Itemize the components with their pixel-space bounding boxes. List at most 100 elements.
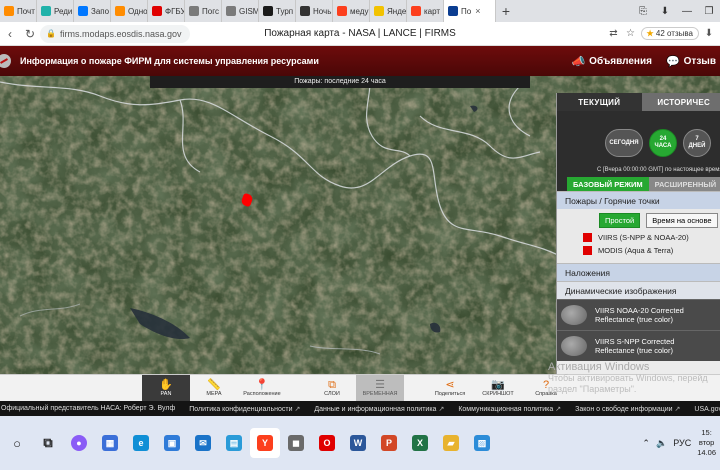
tv-icon xyxy=(263,6,273,16)
browser-tab[interactable]: По × xyxy=(444,0,496,22)
fires-section-header[interactable]: Пожары / Горячие точки xyxy=(557,191,720,209)
basic-mode-button[interactable]: БАЗОВЫЙ РЕЖИМ xyxy=(567,177,649,191)
time-based-filter-button[interactable]: Время на основе xyxy=(646,212,718,228)
time-today-button[interactable]: СЕГОДНЯ xyxy=(605,129,643,157)
yandex-browser-icon-glyph: Y xyxy=(257,435,273,451)
overlays-section-header[interactable]: Наложения xyxy=(557,263,720,281)
speaker-icon[interactable]: 🔈 xyxy=(656,438,667,449)
task-view-icon-glyph: ⧉ xyxy=(43,435,53,450)
toolbar-layers-button[interactable]: ⧉ СЛОИ xyxy=(308,375,356,402)
calculator-icon-glyph: ▦ xyxy=(102,435,118,451)
dynamic-imagery-item[interactable]: VIIRS S-NPP Corrected Reflectance (true c… xyxy=(557,330,720,361)
minimize-icon[interactable]: — xyxy=(676,0,698,22)
dynamic-imagery-header[interactable]: Динамические изображения xyxy=(557,281,720,299)
explorer-icon[interactable]: ▰ xyxy=(436,428,466,458)
browser-tab[interactable]: GISM xyxy=(222,0,259,22)
tab-history[interactable]: ИСТОРИЧЕС xyxy=(641,93,720,111)
rating-badge[interactable]: ★ 42 отзыва xyxy=(640,27,699,40)
calculator-icon[interactable]: ▦ xyxy=(95,428,125,458)
browser-tab[interactable]: Янде xyxy=(370,0,407,22)
clock[interactable]: 15: втор 14.06 xyxy=(697,428,716,458)
address-bar: ‹ ↻ 🔒 firms.modaps.eosdis.nasa.gov Пожар… xyxy=(0,22,720,46)
share-icon: ⋖ xyxy=(445,379,455,391)
yandex-browser-icon[interactable]: Y xyxy=(250,428,280,458)
edge-icon-glyph: e xyxy=(133,435,149,451)
store-icon[interactable]: ▣ xyxy=(157,428,187,458)
url-field[interactable]: 🔒 firms.modaps.eosdis.nasa.gov xyxy=(40,24,190,43)
chevron-up-icon[interactable]: ⌃ xyxy=(642,438,650,449)
announcements-button[interactable]: 📣 Объявления xyxy=(571,55,651,68)
image-viewer-icon[interactable]: ▨ xyxy=(467,428,497,458)
toolbar-timeline-button[interactable]: ☰ ВРЕМЕННАЯ xyxy=(356,374,404,402)
powerpoint-icon[interactable]: P xyxy=(374,428,404,458)
footer-link[interactable]: USA.gov↗ xyxy=(694,405,720,413)
footer-link[interactable]: Коммуникационная политика ↗ xyxy=(458,405,561,413)
dynamic-imagery-item[interactable]: VIIRS NOAA-20 Corrected Reflectance (true… xyxy=(557,299,720,330)
legend-item[interactable]: MODIS (Aqua & Terra) xyxy=(557,244,720,257)
moon-icon xyxy=(300,6,310,16)
nasa-logo[interactable] xyxy=(0,54,11,68)
footer-link-label: USA.gov xyxy=(694,405,720,413)
time-24h-button[interactable]: 24 ЧАСА xyxy=(649,129,677,157)
media-icon-glyph: ◼ xyxy=(288,435,304,451)
reload-icon[interactable]: ↻ xyxy=(20,27,40,41)
legend-item[interactable]: VIIRS (S-NPP & NOAA-20) xyxy=(557,231,720,244)
browser-tab[interactable]: Погс xyxy=(185,0,222,22)
toolbar-ruler-button[interactable]: 📏 МЕРА xyxy=(190,375,238,402)
start-icon[interactable]: ○ xyxy=(2,428,32,458)
browser-tab[interactable]: меду xyxy=(333,0,370,22)
browser-tab-strip: Почт Реди Запо Одно ФГБУ Погс GISM Турп Ночь меду… xyxy=(0,0,720,22)
browser-tab-label: ФГБУ xyxy=(165,6,185,16)
imagery-label-line2: Reflectance (true color) xyxy=(595,315,673,324)
translate-icon[interactable]: ⇄ xyxy=(607,27,621,41)
browser-tab[interactable]: Одно xyxy=(111,0,148,22)
toolbar-hand-button[interactable]: ✋ PAN xyxy=(142,374,190,402)
close-tab-icon[interactable]: × xyxy=(475,6,480,16)
task-view-icon[interactable]: ⧉ xyxy=(33,428,63,458)
browser-tab[interactable]: Реди xyxy=(37,0,74,22)
toolbar-share-button[interactable]: ⋖ Поделиться xyxy=(426,375,474,402)
back-icon[interactable]: ‹ xyxy=(0,27,20,41)
restore-icon[interactable]: ❐ xyxy=(698,0,720,22)
new-tab-button[interactable]: + xyxy=(496,0,516,22)
browser-tab[interactable]: Ночь xyxy=(296,0,333,22)
toolbar-location-button[interactable]: 📍 Расположение xyxy=(238,375,286,402)
collections-icon[interactable]: ⎘ xyxy=(632,0,654,22)
excel-icon[interactable]: X xyxy=(405,428,435,458)
ruler-icon: 📏 xyxy=(207,379,221,391)
footer-link[interactable]: Данные и информационная политика ↗ xyxy=(314,405,444,413)
media-icon[interactable]: ◼ xyxy=(281,428,311,458)
opera-icon[interactable]: O xyxy=(312,428,342,458)
browser-tab[interactable]: Турп xyxy=(259,0,296,22)
advanced-mode-button[interactable]: РАСШИРЕННЫЙ xyxy=(648,177,720,191)
browser-tab[interactable]: карт xyxy=(407,0,444,22)
edge-icon[interactable]: e xyxy=(126,428,156,458)
browser-tab[interactable]: Почт xyxy=(0,0,37,22)
bookmark-icon[interactable]: ☆ xyxy=(624,27,638,41)
mail-icon[interactable]: ✉ xyxy=(188,428,218,458)
word-icon-glyph: W xyxy=(350,435,366,451)
toolbar-label: СКРИНШОТ xyxy=(482,391,514,397)
alice-icon[interactable]: ● xyxy=(64,428,94,458)
footer-link[interactable]: Политика конфиденциальности ↗ xyxy=(189,405,300,413)
image-viewer-icon-glyph: ▨ xyxy=(474,435,490,451)
simple-filter-button[interactable]: Простой xyxy=(599,212,641,228)
help-icon: ? xyxy=(542,379,550,391)
legend-label: VIIRS (S-NPP & NOAA-20) xyxy=(598,233,689,242)
photos-icon[interactable]: ▤ xyxy=(219,428,249,458)
browser-tab[interactable]: ФГБУ xyxy=(148,0,185,22)
announcements-label: Объявления xyxy=(589,55,652,67)
downloads-icon[interactable]: ⬇ xyxy=(654,0,676,22)
toolbar-camera-button[interactable]: 📷 СКРИНШОТ xyxy=(474,375,522,402)
word-icon[interactable]: W xyxy=(343,428,373,458)
footer-link[interactable]: Закон о свободе информации ↗ xyxy=(575,405,680,413)
language-indicator[interactable]: РУС xyxy=(673,438,691,448)
tab-current[interactable]: ТЕКУЩИЙ xyxy=(557,93,642,111)
feedback-button[interactable]: 💬 Отзыв xyxy=(666,55,716,68)
footer-link[interactable]: Официальный представитель НАСА: Роберт Э… xyxy=(1,405,175,412)
toolbar-help-button[interactable]: ? Справка xyxy=(522,375,570,402)
browser-tab[interactable]: Запо xyxy=(74,0,111,22)
downloads-icon[interactable]: ⬇ xyxy=(702,27,716,41)
video-icon xyxy=(152,6,162,16)
time-7d-button[interactable]: 7 ДНЕЙ xyxy=(683,129,711,157)
